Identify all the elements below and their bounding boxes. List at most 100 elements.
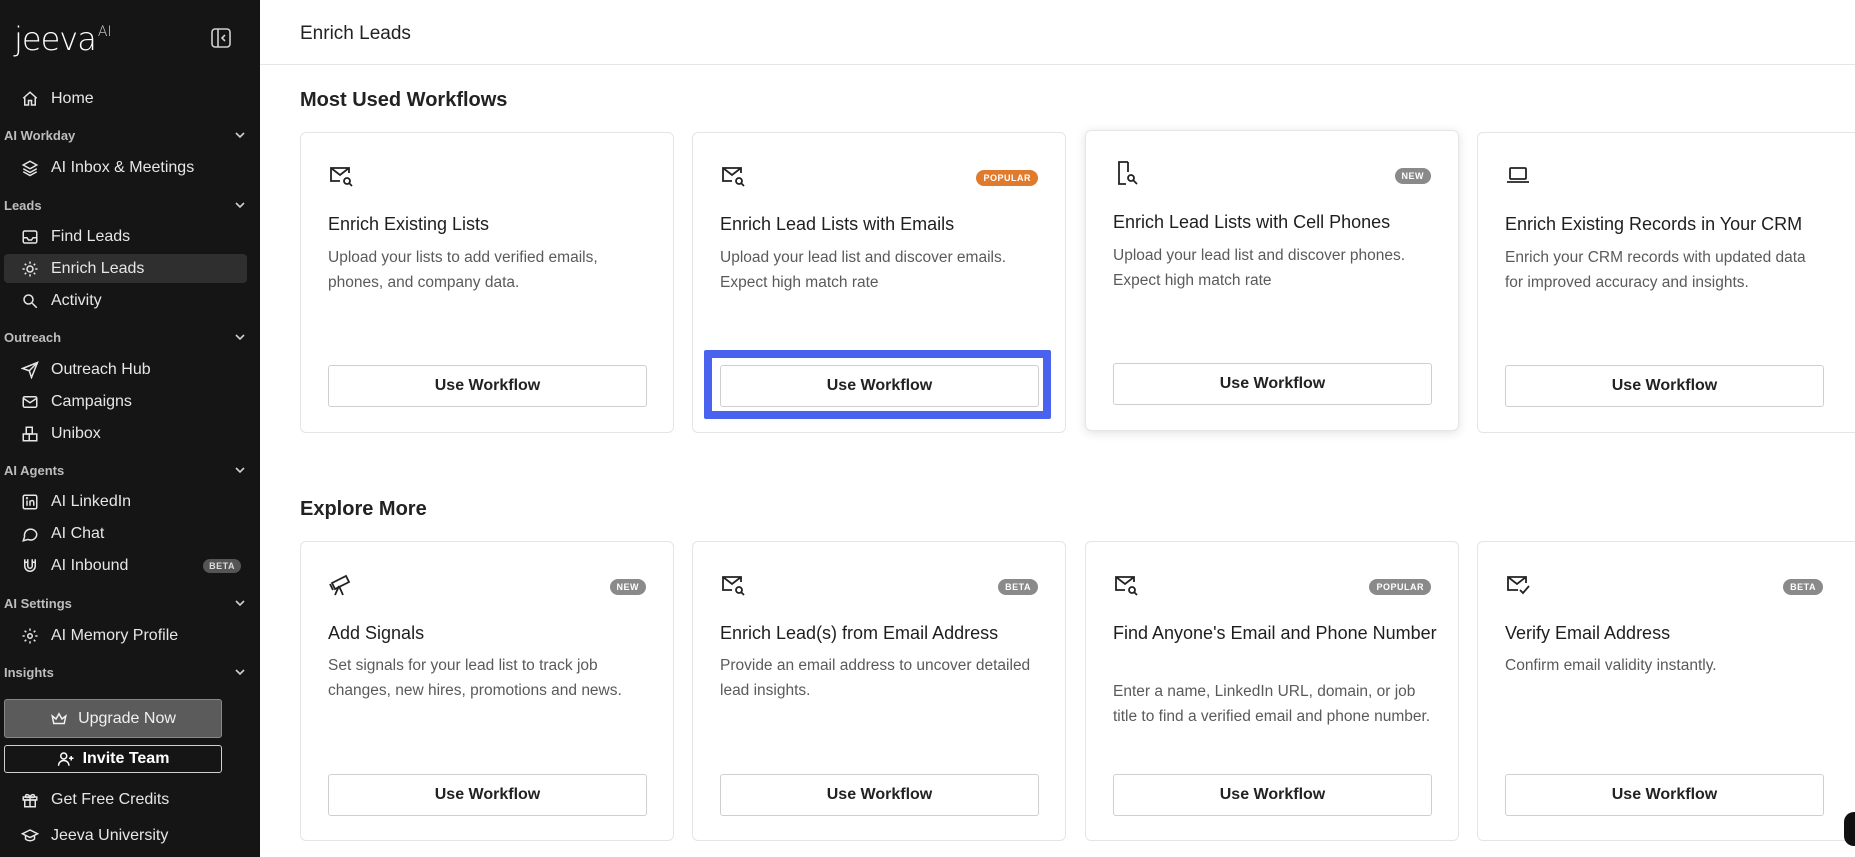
gear-brain-icon bbox=[20, 626, 40, 646]
logo-ai-mark: AI bbox=[97, 24, 112, 40]
mail-icon bbox=[20, 392, 40, 412]
crown-icon bbox=[51, 711, 67, 724]
gift-icon bbox=[20, 790, 40, 810]
section-label: AI Agents bbox=[4, 462, 65, 478]
sidebar-item-label: Home bbox=[51, 89, 94, 107]
section-outreach[interactable]: Outreach bbox=[4, 325, 247, 349]
sidebar-item-ai-chat[interactable]: AI Chat bbox=[4, 519, 247, 548]
card-title: Add Signals bbox=[328, 623, 425, 643]
use-workflow-button[interactable]: Use Workflow bbox=[328, 365, 647, 407]
card-title: Verify Email Address bbox=[1505, 623, 1671, 643]
beta-badge: BETA bbox=[1783, 579, 1823, 595]
upgrade-label: Upgrade Now bbox=[78, 709, 176, 727]
sidebar: jeeva AI Home AI Workday AI Inbox & Meeti… bbox=[0, 0, 260, 857]
graduation-cap-icon bbox=[20, 826, 40, 846]
section-insights[interactable]: Insights bbox=[4, 660, 247, 684]
workflow-card: BETA Enrich Lead(s) from Email Address P… bbox=[692, 541, 1066, 841]
section-label: AI Settings bbox=[4, 595, 72, 611]
card-title: Enrich Lead Lists with Cell Phones bbox=[1113, 212, 1391, 232]
popular-badge: POPULAR bbox=[976, 170, 1038, 186]
sidebar-item-label: Enrich Leads bbox=[51, 259, 145, 277]
use-workflow-button[interactable]: Use Workflow bbox=[720, 774, 1039, 816]
sidebar-item-ai-inbox[interactable]: AI Inbox & Meetings bbox=[4, 153, 247, 182]
workflow-card: Enrich Existing Records in Your CRM Enri… bbox=[1477, 132, 1855, 433]
sidebar-item-activity[interactable]: Activity bbox=[4, 286, 247, 315]
workflow-card: NEW Enrich Lead Lists with Cell Phones U… bbox=[1085, 130, 1459, 431]
section-leads[interactable]: Leads bbox=[4, 193, 247, 217]
linkedin-icon bbox=[20, 492, 40, 512]
jeeva-logo[interactable]: jeeva AI bbox=[14, 20, 112, 58]
card-description: Enter a name, LinkedIn URL, domain, or j… bbox=[1113, 683, 1431, 725]
sidebar-item-get-free-credits[interactable]: Get Free Credits bbox=[4, 785, 247, 814]
invite-team-button[interactable]: Invite Team bbox=[4, 745, 222, 773]
sidebar-item-label: Unibox bbox=[51, 424, 101, 442]
use-workflow-button[interactable]: Use Workflow bbox=[1505, 365, 1824, 407]
sidebar-item-ai-inbound[interactable]: AI Inbound BETA bbox=[4, 551, 247, 580]
section-label: Insights bbox=[4, 664, 54, 680]
section-ai-agents[interactable]: AI Agents bbox=[4, 458, 247, 482]
use-workflow-button[interactable]: Use Workflow bbox=[1505, 774, 1824, 816]
sidebar-item-enrich-leads[interactable]: Enrich Leads bbox=[4, 254, 247, 283]
sidebar-item-unibox[interactable]: Unibox bbox=[4, 419, 247, 448]
sidebar-item-label: AI Inbound bbox=[51, 556, 129, 574]
sidebar-item-label: Get Free Credits bbox=[51, 790, 170, 808]
popular-badge: POPULAR bbox=[1369, 579, 1431, 595]
chat-icon bbox=[20, 524, 40, 544]
use-workflow-button[interactable]: Use Workflow bbox=[1113, 774, 1432, 816]
main-content: Enrich Leads Most Used Workflows Enrich … bbox=[260, 0, 1855, 857]
sidebar-item-label: Jeeva University bbox=[51, 826, 169, 844]
workflow-card: POPULAR Find Anyone's Email and Phone Nu… bbox=[1085, 541, 1459, 841]
sidebar-item-label: AI Chat bbox=[51, 524, 105, 542]
sidebar-item-outreach-hub[interactable]: Outreach Hub bbox=[4, 355, 247, 384]
phone-search-icon bbox=[1113, 160, 1139, 186]
chevron-down-icon bbox=[235, 202, 245, 209]
section-ai-settings[interactable]: AI Settings bbox=[4, 591, 247, 615]
sidebar-item-label: Activity bbox=[51, 291, 102, 309]
user-plus-icon bbox=[57, 752, 74, 766]
card-description: Upload your lead list and discover email… bbox=[720, 249, 1007, 291]
workflow-card: NEW Add Signals Set signals for your lea… bbox=[300, 541, 674, 841]
sidebar-item-find-leads[interactable]: Find Leads bbox=[4, 222, 247, 251]
sidebar-item-label: Find Leads bbox=[51, 227, 131, 245]
section-label: Outreach bbox=[4, 329, 62, 345]
chat-launcher-button[interactable] bbox=[1844, 812, 1855, 846]
use-workflow-button[interactable]: Use Workflow bbox=[1113, 363, 1432, 405]
chevron-down-icon bbox=[235, 669, 245, 676]
explore-more-title: Explore More bbox=[300, 498, 427, 520]
layers-icon bbox=[20, 158, 40, 178]
mail-search-icon bbox=[328, 162, 354, 188]
card-description: Upload your lists to add verified emails… bbox=[328, 249, 598, 291]
sidebar-item-home[interactable]: Home bbox=[4, 84, 247, 113]
card-description: Enrich your CRM records with updated dat… bbox=[1505, 249, 1806, 291]
mail-search-icon bbox=[720, 162, 746, 188]
collapse-sidebar-icon[interactable] bbox=[210, 27, 232, 49]
logo-text: jeeva bbox=[14, 20, 97, 58]
upgrade-now-button[interactable]: Upgrade Now bbox=[4, 699, 222, 738]
inbox-icon bbox=[20, 227, 40, 247]
invite-label: Invite Team bbox=[82, 750, 170, 767]
workflow-card: BETA Verify Email Address Confirm email … bbox=[1477, 541, 1855, 846]
magnet-icon bbox=[20, 556, 40, 576]
mail-check-icon bbox=[1505, 571, 1531, 597]
beta-badge: BETA bbox=[203, 558, 241, 573]
new-badge: NEW bbox=[1394, 168, 1431, 184]
card-title: Enrich Lead Lists with Emails bbox=[720, 214, 955, 234]
sidebar-item-ai-linkedin[interactable]: AI LinkedIn bbox=[4, 487, 247, 516]
beta-badge: BETA bbox=[998, 579, 1038, 595]
section-label: AI Workday bbox=[4, 127, 76, 143]
card-description: Provide an email address to uncover deta… bbox=[720, 657, 1031, 699]
sidebar-item-label: AI Inbox & Meetings bbox=[51, 158, 195, 176]
use-workflow-button[interactable]: Use Workflow bbox=[328, 774, 647, 816]
sidebar-item-ai-memory-profile[interactable]: AI Memory Profile bbox=[4, 621, 247, 650]
section-label: Leads bbox=[4, 197, 42, 213]
mail-search-icon bbox=[720, 571, 746, 597]
most-used-title: Most Used Workflows bbox=[300, 89, 508, 111]
card-description: Confirm email validity instantly. bbox=[1505, 657, 1717, 674]
section-ai-workday[interactable]: AI Workday bbox=[4, 123, 247, 147]
sidebar-item-campaigns[interactable]: Campaigns bbox=[4, 387, 247, 416]
use-workflow-button[interactable]: Use Workflow bbox=[720, 365, 1039, 407]
sidebar-item-label: Campaigns bbox=[51, 392, 132, 410]
top-bar: Enrich Leads bbox=[260, 0, 1855, 65]
card-title: Enrich Existing Records in Your CRM bbox=[1505, 214, 1803, 234]
sidebar-item-jeeva-university[interactable]: Jeeva University bbox=[4, 821, 247, 850]
